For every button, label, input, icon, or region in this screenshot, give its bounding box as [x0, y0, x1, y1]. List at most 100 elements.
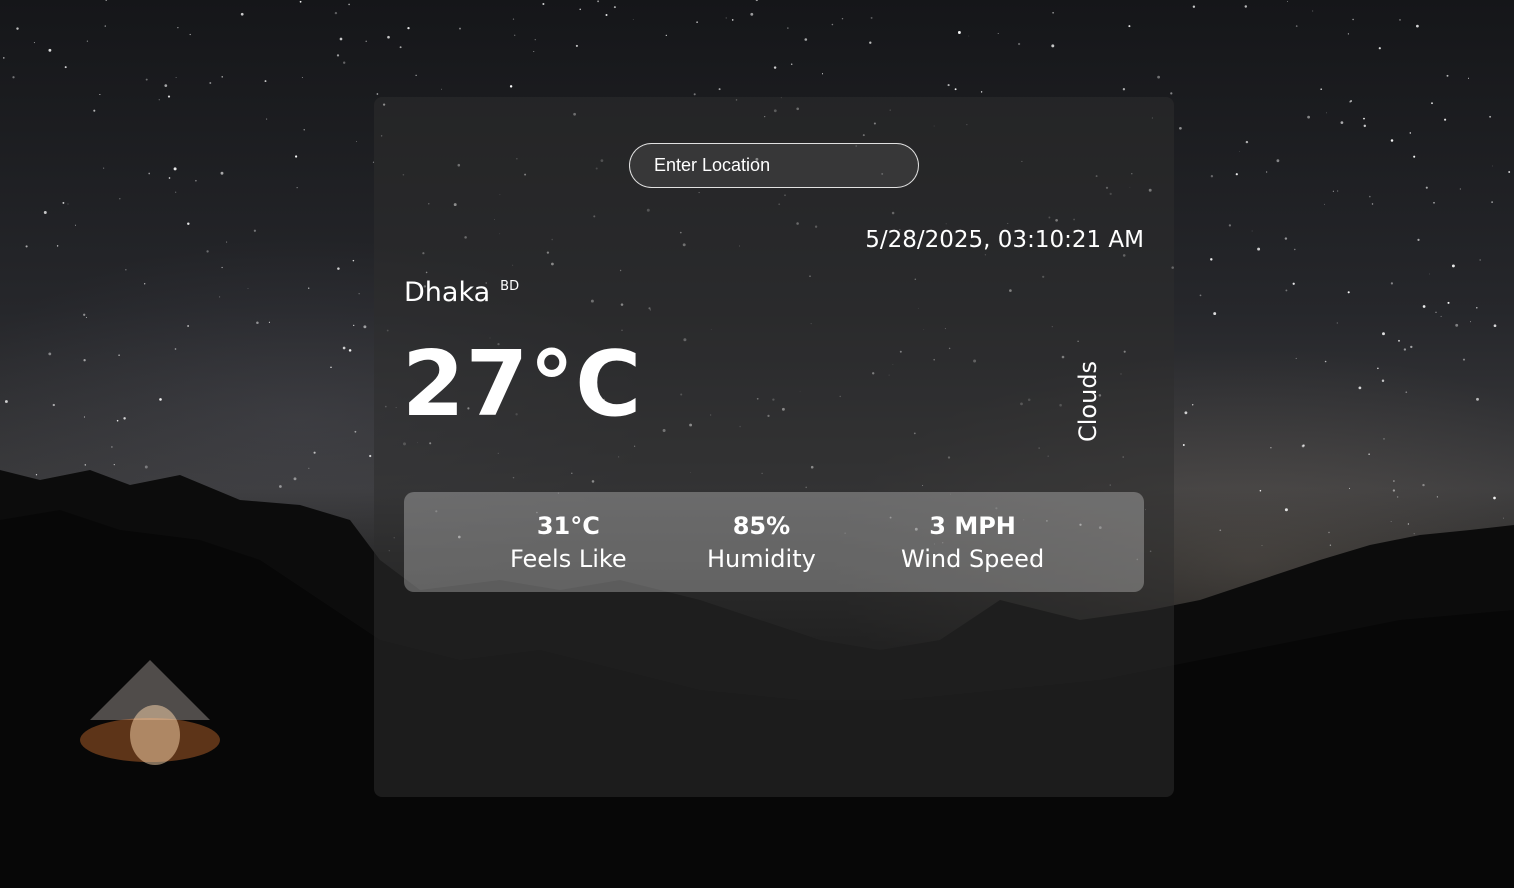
- star: [125, 269, 127, 271]
- star: [632, 19, 634, 20]
- star: [1228, 224, 1232, 227]
- star: [365, 40, 367, 43]
- star: [1295, 357, 1297, 359]
- location-name: Dhaka BD: [404, 277, 519, 308]
- star: [665, 34, 667, 37]
- star: [1259, 489, 1262, 492]
- star: [343, 61, 346, 64]
- star: [104, 25, 106, 27]
- star: [337, 267, 340, 270]
- star: [174, 348, 177, 350]
- star: [514, 34, 516, 36]
- star: [240, 12, 244, 16]
- star: [173, 167, 177, 171]
- star: [67, 203, 69, 205]
- star: [755, 0, 758, 2]
- star: [1302, 444, 1305, 447]
- star: [1493, 496, 1496, 500]
- stat-wind-speed: 3 MPH Wind Speed: [901, 510, 1044, 576]
- star: [1431, 102, 1433, 105]
- star: [1157, 75, 1160, 79]
- star: [693, 93, 696, 96]
- star: [189, 33, 191, 36]
- star: [1503, 517, 1504, 519]
- star: [1399, 19, 1401, 21]
- star: [1210, 175, 1214, 178]
- star: [509, 85, 513, 88]
- star: [363, 325, 367, 329]
- star: [1476, 306, 1478, 309]
- star: [206, 250, 209, 253]
- star: [93, 109, 96, 112]
- star: [1051, 44, 1055, 48]
- star: [1491, 201, 1493, 203]
- star: [1392, 489, 1396, 492]
- star: [103, 167, 105, 169]
- star: [25, 245, 28, 248]
- star: [1383, 438, 1385, 440]
- star: [1390, 282, 1394, 285]
- star: [12, 76, 15, 79]
- star: [725, 17, 727, 19]
- star: [1416, 24, 1419, 28]
- star: [1451, 264, 1455, 268]
- star: [52, 403, 55, 407]
- star: [1440, 315, 1442, 317]
- star: [831, 23, 834, 26]
- star: [718, 88, 721, 91]
- star: [43, 211, 47, 214]
- star: [1179, 126, 1182, 130]
- star: [99, 94, 101, 95]
- star: [1294, 248, 1296, 251]
- star: [1403, 348, 1407, 351]
- star: [1446, 74, 1449, 77]
- star: [195, 179, 197, 182]
- star: [1476, 397, 1479, 401]
- star: [111, 446, 113, 448]
- star: [1307, 115, 1310, 119]
- star: [1435, 311, 1437, 313]
- star: [1257, 247, 1261, 251]
- star: [790, 63, 793, 65]
- star: [512, 18, 515, 20]
- star: [579, 8, 581, 11]
- star: [123, 417, 126, 420]
- star: [48, 352, 52, 356]
- stat-label: Humidity: [707, 545, 816, 573]
- star: [16, 27, 19, 30]
- star: [56, 245, 59, 247]
- star: [187, 325, 189, 327]
- country-code: BD: [500, 279, 520, 294]
- star: [1396, 496, 1399, 498]
- location-search-input[interactable]: [629, 143, 919, 188]
- star: [339, 37, 343, 41]
- star: [968, 35, 970, 37]
- star: [1493, 324, 1497, 328]
- star: [1363, 117, 1365, 120]
- star: [1312, 10, 1314, 12]
- star: [1219, 529, 1222, 532]
- star: [869, 41, 872, 44]
- star: [303, 129, 305, 131]
- star: [187, 222, 190, 225]
- star: [1235, 173, 1238, 176]
- star: [1390, 521, 1392, 522]
- star: [1328, 531, 1330, 534]
- star: [1286, 1, 1288, 2]
- star: [348, 349, 352, 352]
- stat-feels-like: 31°C Feels Like: [510, 510, 627, 576]
- star: [175, 191, 177, 193]
- stat-label: Feels Like: [510, 545, 627, 573]
- star: [348, 3, 350, 6]
- star: [3, 57, 5, 59]
- star: [313, 451, 316, 454]
- star: [354, 430, 357, 433]
- star: [1199, 294, 1202, 297]
- star: [342, 346, 346, 350]
- star: [787, 27, 789, 29]
- star: [247, 288, 249, 289]
- star: [534, 39, 536, 41]
- star: [1352, 18, 1354, 21]
- stat-label: Wind Speed: [901, 545, 1045, 573]
- star: [1192, 5, 1196, 8]
